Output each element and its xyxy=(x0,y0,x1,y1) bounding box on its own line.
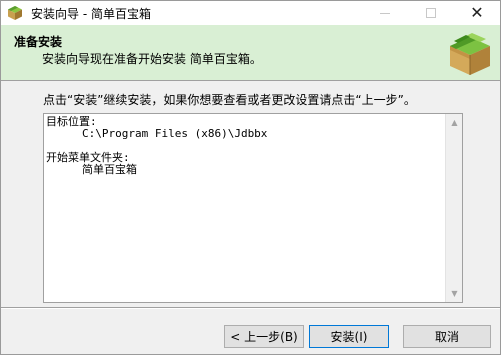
footer-divider-highlight xyxy=(1,308,500,309)
wizard-header: 准备安装 安装向导现在准备开始安装 简单百宝箱。 xyxy=(1,25,500,81)
instruction-text: 点击“安装”继续安装，如果你想要查看或者更改设置请点击“上一步”。 xyxy=(43,93,416,107)
app-icon xyxy=(8,6,22,20)
installer-window: 安装向导 - 简单百宝箱 ✕ 准备安装 安装向导现在准备开始安装 简单百宝箱。 xyxy=(0,0,501,355)
minimize-button[interactable] xyxy=(362,1,408,25)
minimize-icon xyxy=(380,12,390,14)
cancel-button[interactable]: 取消 xyxy=(403,325,491,348)
scroll-up-icon[interactable]: ▲ xyxy=(446,114,463,131)
wizard-body: 点击“安装”继续安装，如果你想要查看或者更改设置请点击“上一步”。 目标位置: C… xyxy=(1,82,500,307)
window-title: 安装向导 - 简单百宝箱 xyxy=(31,6,151,21)
page-title: 准备安装 xyxy=(14,35,63,49)
vertical-scrollbar[interactable]: ▲ ▼ xyxy=(445,114,462,302)
install-button[interactable]: 安装(I) xyxy=(309,325,389,348)
page-subtitle: 安装向导现在准备开始安装 简单百宝箱。 xyxy=(42,52,262,66)
back-button[interactable]: < 上一步(B) xyxy=(224,325,304,348)
title-bar[interactable]: 安装向导 - 简单百宝箱 ✕ xyxy=(1,1,500,25)
summary-line: C:\Program Files (x86)\Jdbbx xyxy=(82,127,268,140)
ready-summary-memo[interactable]: 目标位置: C:\Program Files (x86)\Jdbbx 开始菜单文件夹… xyxy=(43,113,463,303)
maximize-icon xyxy=(426,8,436,18)
window-controls: ✕ xyxy=(362,1,500,25)
summary-line: 简单百宝箱 xyxy=(82,163,137,176)
close-button[interactable]: ✕ xyxy=(454,1,500,25)
summary-content: 目标位置: C:\Program Files (x86)\Jdbbx 开始菜单文件夹… xyxy=(46,116,444,300)
package-box-icon xyxy=(450,33,490,75)
maximize-button[interactable] xyxy=(408,1,454,25)
scroll-down-icon[interactable]: ▼ xyxy=(446,285,463,302)
close-icon: ✕ xyxy=(470,3,484,22)
